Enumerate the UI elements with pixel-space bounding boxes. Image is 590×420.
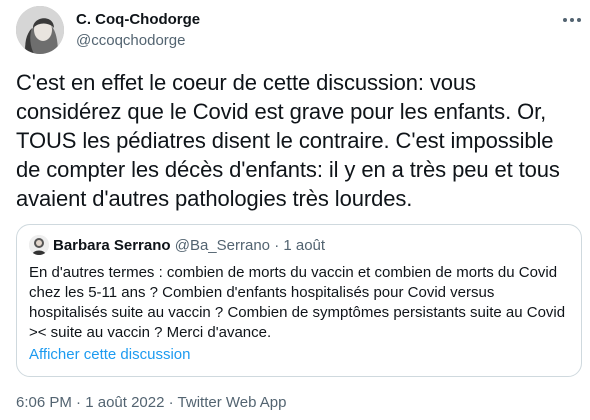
tweet-date[interactable]: 1 août 2022 — [85, 394, 164, 411]
quoted-author-handle: @Ba_Serrano — [174, 237, 271, 254]
quoted-author-name: Barbara Serrano — [53, 237, 171, 254]
quoted-header: Barbara Serrano @Ba_Serrano · 1 août — [53, 237, 325, 255]
author-avatar[interactable] — [16, 6, 64, 54]
quoted-author-avatar — [29, 235, 49, 255]
tweet-time[interactable]: 6:06 PM — [16, 394, 72, 411]
more-options-button[interactable] — [560, 12, 584, 28]
tweet-footer: 6:06 PM · 1 août 2022 · Twitter Web App — [16, 394, 287, 412]
tweet-source-app[interactable]: Twitter Web App — [178, 394, 287, 411]
footer-separator: · — [76, 394, 82, 411]
tweet-text: C'est en effet le coeur de cette discuss… — [16, 70, 560, 211]
tweet: C. Coq-Chodorge @ccoqchodorge C'est en e… — [0, 0, 590, 420]
author-name[interactable]: C. Coq-Chodorge — [76, 10, 200, 29]
show-thread-link[interactable]: Afficher cette discussion — [29, 346, 190, 364]
more-dots-icon — [570, 18, 574, 22]
footer-separator: · — [168, 394, 174, 411]
quoted-text: En d'autres termes : combien de morts du… — [29, 264, 566, 341]
author-info: C. Coq-Chodorge @ccoqchodorge — [76, 10, 200, 50]
more-dots-icon — [563, 18, 567, 22]
more-dots-icon — [577, 18, 581, 22]
author-handle[interactable]: @ccoqchodorge — [76, 31, 200, 50]
quoted-separator: · — [274, 237, 280, 254]
quoted-date: 1 août — [283, 237, 326, 254]
author-avatar-image — [16, 6, 64, 54]
quoted-tweet[interactable]: Barbara Serrano @Ba_Serrano · 1 août En … — [16, 224, 582, 377]
quoted-author-avatar-image — [29, 235, 49, 255]
